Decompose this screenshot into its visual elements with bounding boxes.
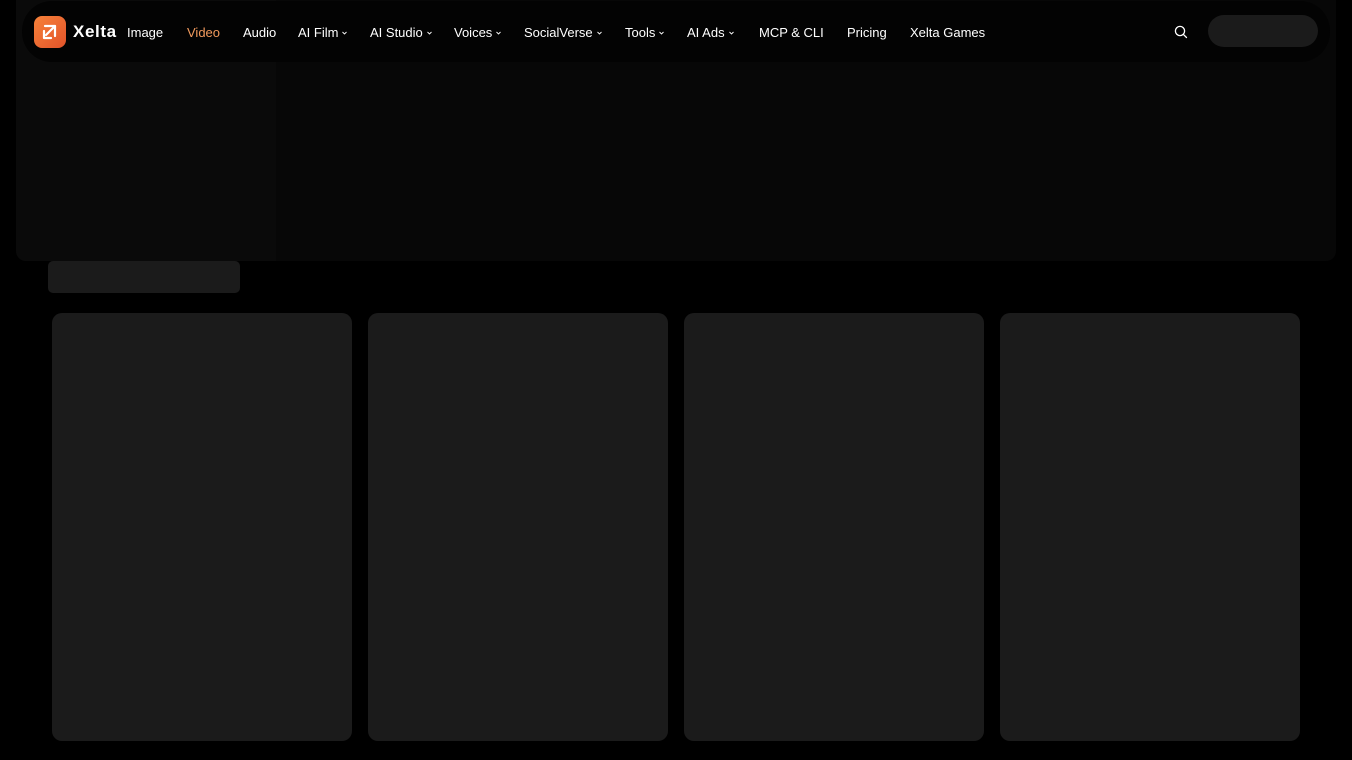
nav-item-ai-studio[interactable]: AI Studio [370,24,432,41]
chevron-down-icon [426,30,432,35]
nav-item-tools[interactable]: Tools [625,24,665,41]
chevron-down-icon [342,30,348,35]
top-navigation-bar: Xelta Image Video Audio AI Film AI Studi… [22,1,1330,62]
content-card-placeholder[interactable] [1000,313,1300,741]
search-button[interactable] [1172,23,1189,40]
nav-item-label: MCP & CLI [759,25,824,40]
chevron-down-icon [728,30,734,35]
nav-item-label: Tools [625,25,656,40]
brand-name: Xelta [73,22,117,41]
nav-item-label: AI Ads [687,25,725,40]
xelta-logo-icon [34,16,66,48]
content-card-placeholder[interactable] [52,313,352,741]
search-icon [1174,25,1188,39]
nav-item-xelta-games[interactable]: Xelta Games [910,24,985,41]
nav-item-image[interactable]: Image [127,24,163,41]
nav-item-ai-ads[interactable]: AI Ads [687,24,734,41]
nav-item-video[interactable]: Video [187,24,220,41]
nav-item-label: Xelta Games [910,25,986,40]
nav-item-label: Audio [243,25,277,40]
nav-item-label: Video [187,25,221,40]
nav-item-label: SocialVerse [524,25,593,40]
account-button-placeholder[interactable] [1208,15,1318,47]
nav-item-label: AI Film [298,25,339,40]
nav-item-audio[interactable]: Audio [243,24,276,41]
nav-item-label: Pricing [847,25,887,40]
nav-item-socialverse[interactable]: SocialVerse [524,24,602,41]
brand-logo-link[interactable]: Xelta [34,16,117,48]
nav-item-pricing[interactable]: Pricing [847,24,887,41]
nav-item-ai-film[interactable]: AI Film [298,24,348,41]
chevron-down-icon [496,30,502,35]
chevron-down-icon [659,30,665,35]
section-title-placeholder [48,261,240,293]
content-card-placeholder[interactable] [368,313,668,741]
nav-item-voices[interactable]: Voices [454,24,502,41]
nav-item-label: Voices [454,25,493,40]
chevron-down-icon [596,30,602,35]
nav-item-label: Image [127,25,164,40]
nav-item-label: AI Studio [370,25,423,40]
content-card-placeholder[interactable] [684,313,984,741]
nav-item-mcp-cli[interactable]: MCP & CLI [759,24,824,41]
